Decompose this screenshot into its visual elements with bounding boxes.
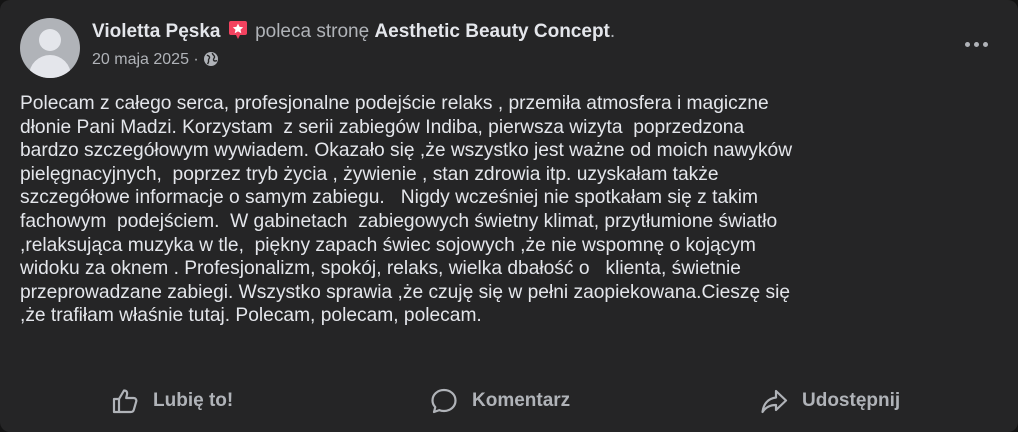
post-date[interactable]: 20 maja 2025 (92, 51, 189, 68)
more-dot (964, 41, 970, 47)
post-header: Violetta Pęska poleca stronę Aesthetic B… (92, 20, 615, 43)
post-text-line: ,że trafiłam właśnie tutaj. Polecam, pol… (20, 305, 482, 327)
post-text-line: widoku za oknem . Profesjonalizm, spokój… (20, 258, 741, 280)
share-button[interactable]: Udostępnij (760, 378, 900, 424)
avatar-body-shape (29, 55, 71, 78)
thumbs-up-icon (112, 389, 138, 414)
recommend-star-icon (228, 21, 247, 39)
comment-bubble-icon (431, 388, 457, 414)
post-text-line: Polecam z całego serca, profesjonalne po… (20, 93, 769, 114)
page-name-link[interactable]: Aesthetic Beauty Concept (374, 21, 609, 42)
share-label: Udostępnij (802, 390, 901, 411)
post-text: Polecam z całego serca, profesjonalne po… (20, 92, 1000, 328)
meta-separator: · (188, 51, 204, 68)
comment-label: Komentarz (472, 390, 571, 411)
share-arrow-icon (761, 389, 788, 414)
comment-button[interactable]: Komentarz (430, 378, 570, 424)
post-text-line: przeprowadzane zabiegi. Wszystko sprawia… (20, 281, 791, 303)
avatar-head-shape (39, 29, 61, 51)
post-text-line: bardzo szczegółowym wywiadem. Okazało si… (20, 140, 793, 162)
post-text-line: dłonie Pani Madzi. Korzystam z serii zab… (20, 116, 745, 138)
post-card: Violetta Pęska poleca stronę Aesthetic B… (0, 0, 1018, 432)
post-text-line: pielęgnacyjnych, poprzez tryb życia , ży… (20, 163, 719, 185)
recommends-text: poleca stronę (255, 21, 370, 42)
globe-icon[interactable] (203, 51, 219, 67)
like-button[interactable]: Lubię to! (111, 378, 233, 424)
more-options-icon[interactable] (958, 30, 994, 58)
post-text-line: szczegółowe informacje o samym zabiegu. … (20, 187, 758, 209)
post-meta: 20 maja 2025 · (92, 51, 219, 69)
more-dot (982, 41, 988, 47)
header-period: . (609, 21, 616, 42)
more-dot (973, 41, 979, 47)
action-bar: Lubię to! Komentarz Udostępnij (0, 378, 1018, 424)
post-text-line: fachowym podejściem. W gabinetach zabieg… (20, 210, 778, 232)
author-name[interactable]: Violetta Pęska (92, 21, 221, 42)
like-label: Lubię to! (153, 390, 234, 411)
post-text-line: ,relaksująca muzyka w tle, piękny zapach… (20, 234, 756, 256)
avatar[interactable] (20, 18, 80, 78)
